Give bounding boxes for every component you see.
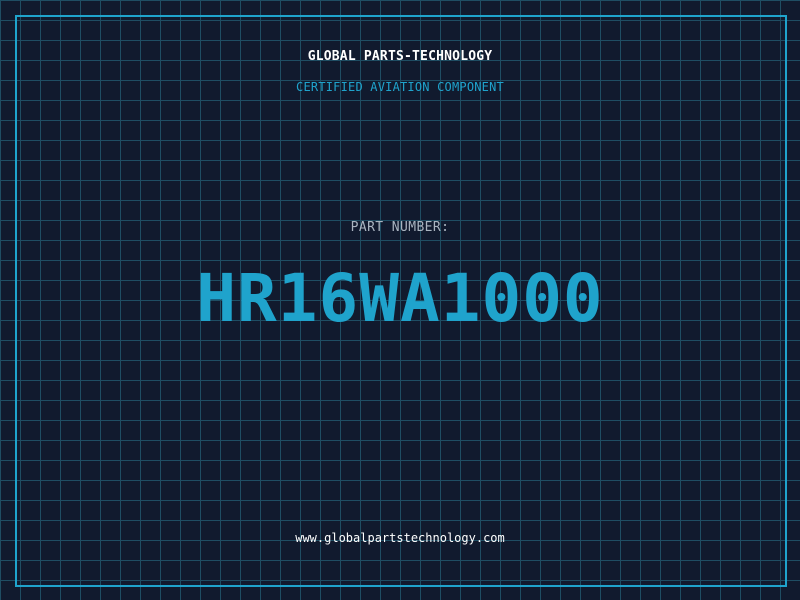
part-number-label: PART NUMBER: xyxy=(350,220,450,235)
certificate-card: GLOBAL PARTS-TECHNOLOGY CERTIFIED AVIATI… xyxy=(0,0,800,600)
part-number-value: HR16WA1000 xyxy=(196,260,604,337)
tagline: CERTIFIED AVIATION COMPONENT xyxy=(296,80,504,94)
website-url: www.globalpartstechnology.com xyxy=(295,531,505,545)
company-name: GLOBAL PARTS-TECHNOLOGY xyxy=(307,49,493,64)
